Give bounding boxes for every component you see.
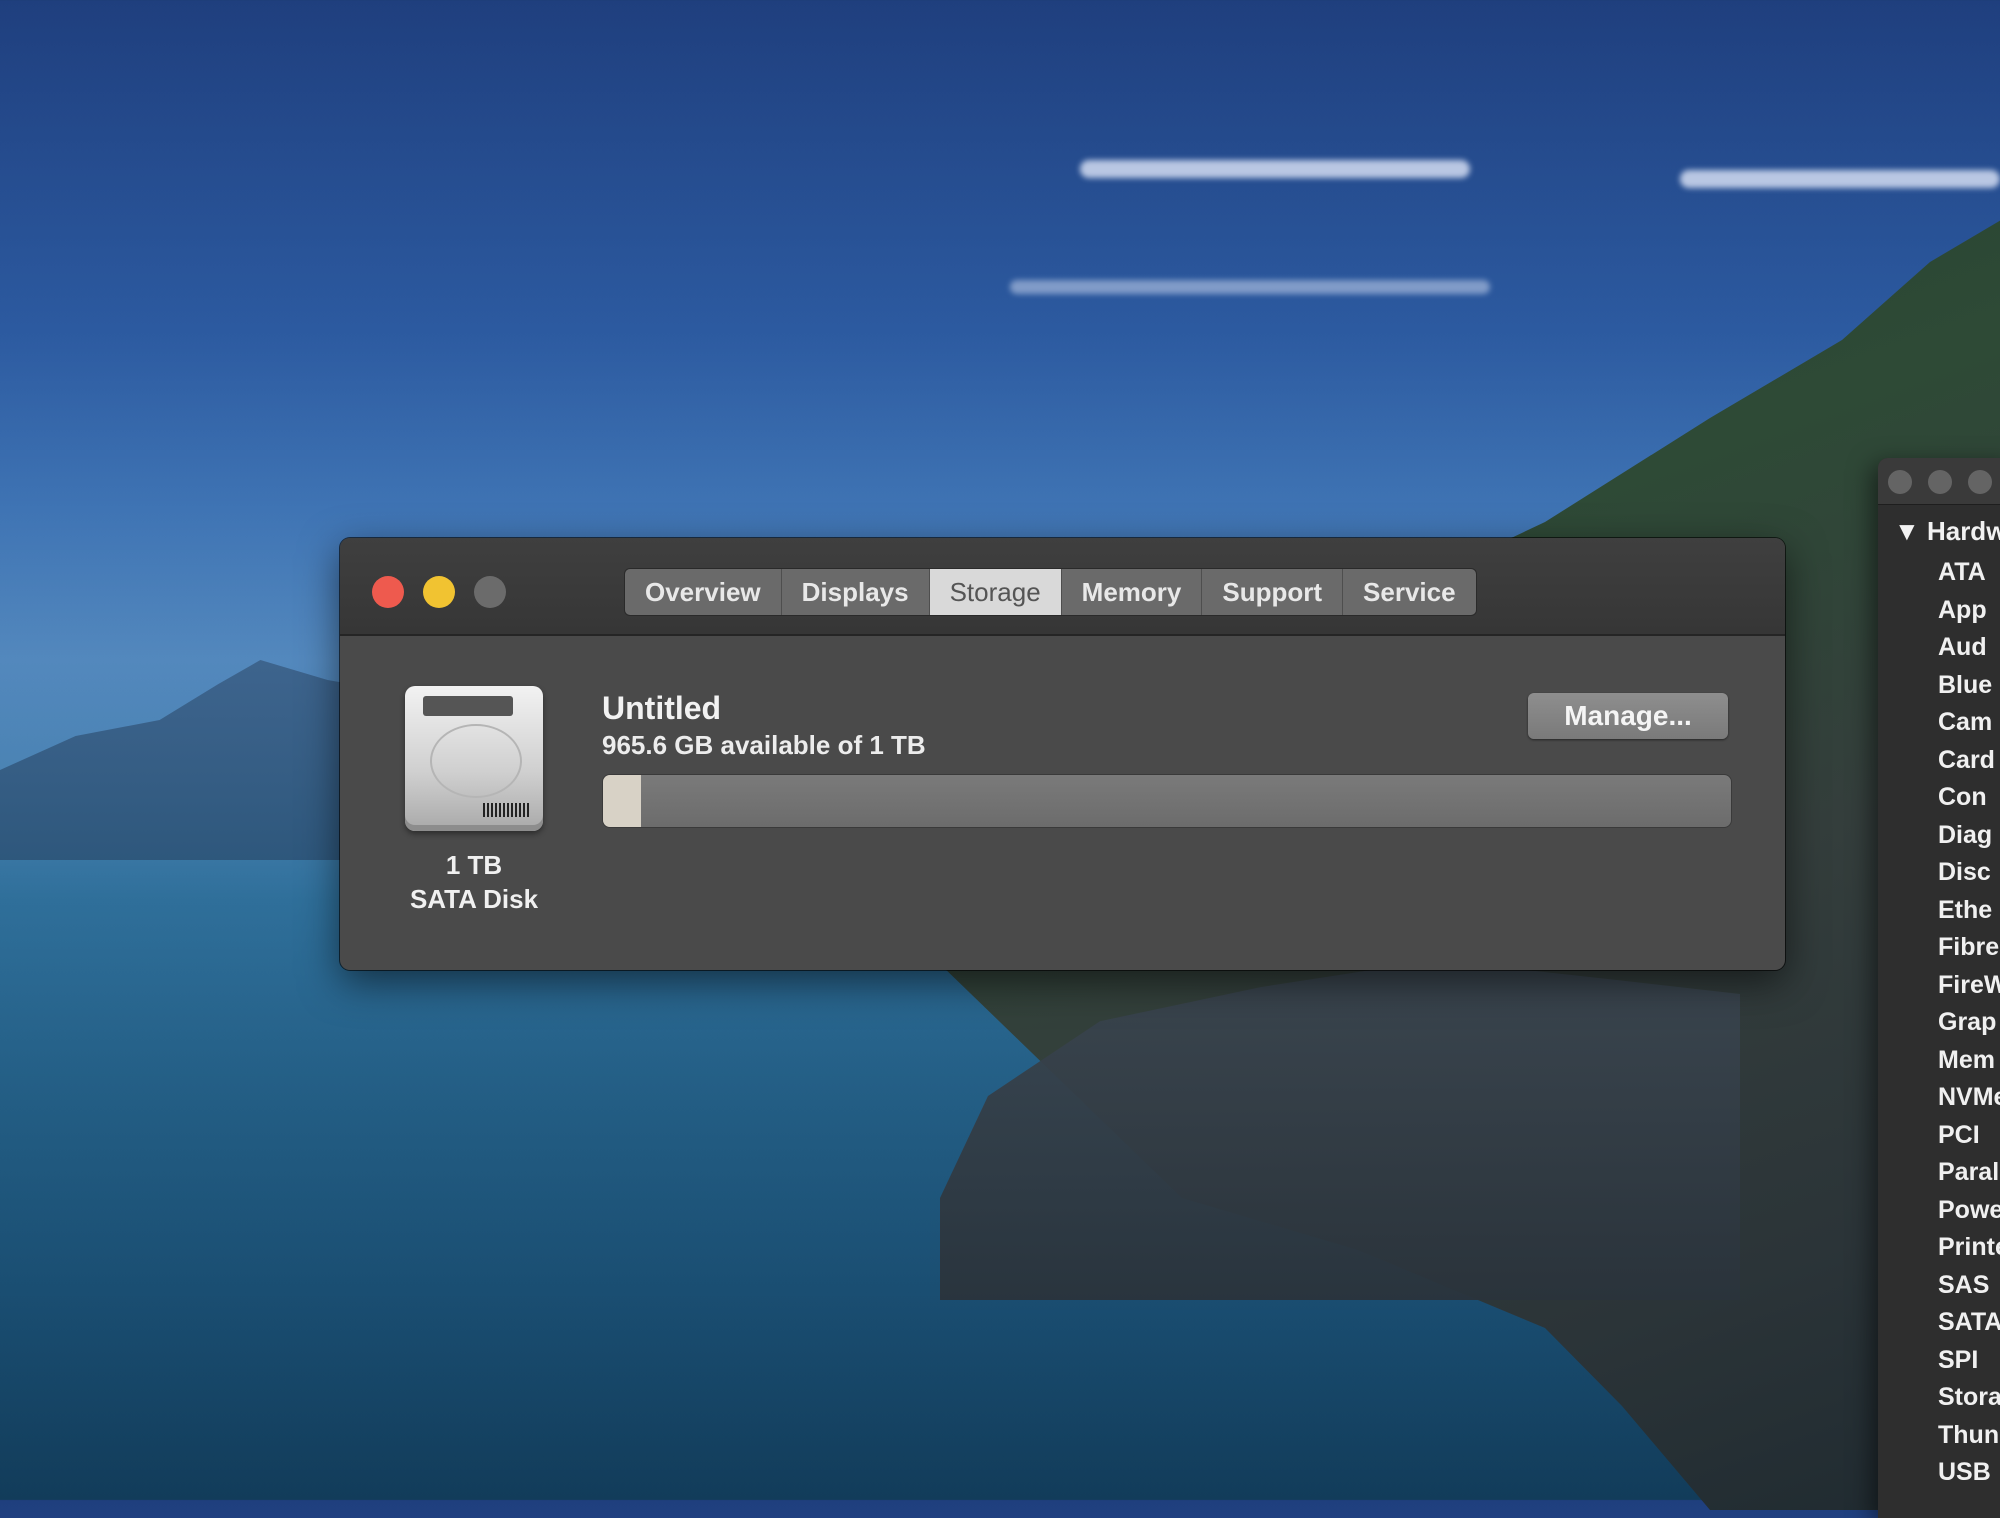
tab-service[interactable]: Service bbox=[1343, 569, 1476, 615]
sidebar-item[interactable]: Thund bbox=[1878, 1417, 2000, 1455]
tab-bar: Overview Displays Storage Memory Support… bbox=[624, 568, 1477, 616]
sidebar-item[interactable]: Disc bbox=[1878, 854, 2000, 892]
zoom-button[interactable] bbox=[1968, 470, 1992, 494]
disk-type-label: SATA Disk bbox=[409, 884, 539, 914]
sidebar-item[interactable]: PCI bbox=[1878, 1117, 2000, 1155]
window-titlebar: Overview Displays Storage Memory Support… bbox=[340, 538, 1785, 636]
sysinfo-titlebar bbox=[1878, 458, 2000, 505]
sidebar-item[interactable]: Powe bbox=[1878, 1192, 2000, 1230]
sidebar-item[interactable]: Printe bbox=[1878, 1229, 2000, 1267]
disk-caption: 1 TB SATA Disk bbox=[380, 848, 568, 916]
close-button[interactable] bbox=[1888, 470, 1912, 494]
sidebar-item[interactable]: Card bbox=[1878, 742, 2000, 780]
sidebar-item[interactable]: Ethe bbox=[1878, 892, 2000, 930]
sidebar-item[interactable]: Storag bbox=[1878, 1379, 2000, 1417]
storage-usage-bar bbox=[602, 774, 1732, 828]
storage-used-segment bbox=[603, 775, 642, 827]
sidebar-item[interactable]: USB bbox=[1878, 1454, 2000, 1492]
zoom-button bbox=[474, 576, 506, 608]
tab-support[interactable]: Support bbox=[1202, 569, 1344, 615]
sidebar-item[interactable]: Blue bbox=[1878, 667, 2000, 705]
disk-size-label: 1 TB bbox=[445, 850, 503, 880]
tab-overview[interactable]: Overview bbox=[625, 569, 782, 615]
tab-memory[interactable]: Memory bbox=[1062, 569, 1203, 615]
minimize-button[interactable] bbox=[423, 576, 455, 608]
manage-button[interactable]: Manage... bbox=[1528, 693, 1728, 739]
sidebar-item[interactable]: Cam bbox=[1878, 704, 2000, 742]
sidebar-item[interactable]: Mem bbox=[1878, 1042, 2000, 1080]
sidebar-item[interactable]: NVMe bbox=[1878, 1079, 2000, 1117]
sidebar-item[interactable]: Grap bbox=[1878, 1004, 2000, 1042]
disk-barcode bbox=[483, 803, 529, 817]
sidebar-item[interactable]: FireW bbox=[1878, 967, 2000, 1005]
tab-displays[interactable]: Displays bbox=[782, 569, 930, 615]
sidebar-item[interactable]: Diag bbox=[1878, 817, 2000, 855]
sidebar-item[interactable]: ATA bbox=[1878, 554, 2000, 592]
sidebar-item[interactable]: Con bbox=[1878, 779, 2000, 817]
disk-label-plate bbox=[423, 696, 513, 716]
sidebar-item[interactable]: SAS bbox=[1878, 1267, 2000, 1305]
sidebar-item[interactable]: Aud bbox=[1878, 629, 2000, 667]
sidebar-item[interactable]: Fibre bbox=[1878, 929, 2000, 967]
sidebar-item[interactable]: App bbox=[1878, 592, 2000, 630]
tab-storage[interactable]: Storage bbox=[929, 569, 1062, 615]
close-button[interactable] bbox=[372, 576, 404, 608]
volume-available-text: 965.6 GB available of 1 TB bbox=[602, 730, 926, 760]
sidebar-item[interactable]: SPI bbox=[1878, 1342, 2000, 1380]
sidebar-list: ATA App Aud Blue Cam Card Con Diag Disc Ethe Fibre… bbox=[1878, 554, 2000, 1492]
about-this-mac-window: Overview Displays Storage Memory Support… bbox=[340, 538, 1785, 970]
volume-name: Untitled bbox=[602, 690, 722, 726]
sidebar-item[interactable]: Paral bbox=[1878, 1154, 2000, 1192]
sky-streak bbox=[1080, 160, 1470, 178]
system-information-window: ▼ Hardw ATA App Aud Blue Cam Card Con Diag Disc E… bbox=[1878, 458, 2000, 1518]
disk-logo bbox=[430, 724, 522, 798]
hard-disk-icon bbox=[405, 686, 543, 831]
sky-streak bbox=[1680, 170, 2000, 188]
sidebar-section-hardware[interactable]: ▼ Hardw bbox=[1894, 516, 2000, 547]
sidebar-item[interactable]: SATA/ bbox=[1878, 1304, 2000, 1342]
minimize-button[interactable] bbox=[1928, 470, 1952, 494]
sky-streak bbox=[1010, 280, 1490, 294]
